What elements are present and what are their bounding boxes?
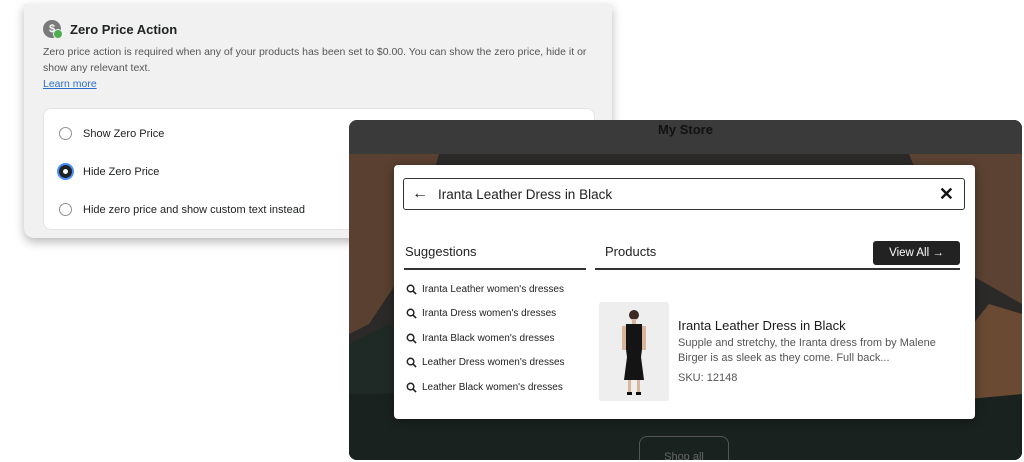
close-icon[interactable]: ✕: [939, 184, 954, 205]
option-label: Hide zero price and show custom text ins…: [83, 203, 305, 216]
radio-button[interactable]: [59, 203, 72, 216]
option-hide-zero-price[interactable]: Hide Zero Price: [59, 165, 159, 178]
shop-all-button[interactable]: Shop all: [639, 436, 729, 460]
option-show-zero-price[interactable]: Show Zero Price: [59, 127, 164, 140]
product-result-card[interactable]: Iranta Leather Dress in Black Supple and…: [599, 302, 964, 402]
suggestion-item[interactable]: Iranta Black women's dresses: [406, 326, 565, 351]
search-icon: [406, 382, 417, 393]
product-sku: SKU: 12148: [678, 372, 738, 384]
suggestion-text: Leather Dress women's dresses: [422, 357, 565, 369]
settings-description: Zero price action is required when any o…: [43, 46, 587, 74]
suggestion-item[interactable]: Leather Dress women's dresses: [406, 351, 565, 376]
suggestion-text: Iranta Dress women's dresses: [422, 308, 557, 320]
store-title: My Store: [658, 122, 713, 137]
search-icon: [406, 284, 417, 295]
app-icon: $: [43, 20, 63, 39]
product-name: Iranta Leather Dress in Black: [678, 318, 846, 333]
option-label: Hide Zero Price: [83, 165, 160, 178]
option-label: Show Zero Price: [83, 127, 165, 140]
store-topbar: My Store: [349, 120, 1022, 154]
suggestion-item[interactable]: Iranta Leather women's dresses: [406, 277, 565, 302]
suggestions-header: Suggestions: [405, 244, 477, 259]
product-description: Supple and stretchy, the Iranta dress fr…: [678, 337, 936, 364]
suggestions-divider: [404, 268, 586, 270]
option-custom-text[interactable]: Hide zero price and show custom text ins…: [59, 203, 305, 216]
learn-more-link[interactable]: Learn more: [43, 78, 97, 90]
search-input[interactable]: [436, 185, 939, 203]
search-bar: ← ✕: [403, 178, 965, 210]
radio-button[interactable]: [59, 127, 72, 140]
suggestion-text: Iranta Leather women's dresses: [422, 283, 564, 295]
products-header: Products: [605, 244, 657, 259]
product-image[interactable]: [599, 302, 669, 401]
suggestion-item[interactable]: Leather Black women's dresses: [406, 375, 565, 400]
search-icon: [406, 357, 417, 368]
settings-header: $ Zero Price Action: [43, 20, 178, 39]
back-arrow-icon[interactable]: ←: [412, 185, 428, 203]
settings-title: Zero Price Action: [70, 21, 178, 37]
view-all-button[interactable]: View All →: [873, 241, 960, 265]
search-modal: ← ✕ Suggestions Products View All → Iran…: [394, 165, 975, 419]
suggestions-list: Iranta Leather women's dresses Iranta Dr…: [406, 277, 565, 400]
search-icon: [406, 333, 417, 344]
search-icon: [406, 308, 417, 319]
suggestion-text: Iranta Black women's dresses: [422, 332, 555, 344]
radio-button-selected[interactable]: [59, 165, 72, 178]
suggestion-item[interactable]: Iranta Dress women's dresses: [406, 302, 565, 327]
suggestion-text: Leather Black women's dresses: [422, 381, 563, 393]
products-divider: [595, 268, 960, 270]
